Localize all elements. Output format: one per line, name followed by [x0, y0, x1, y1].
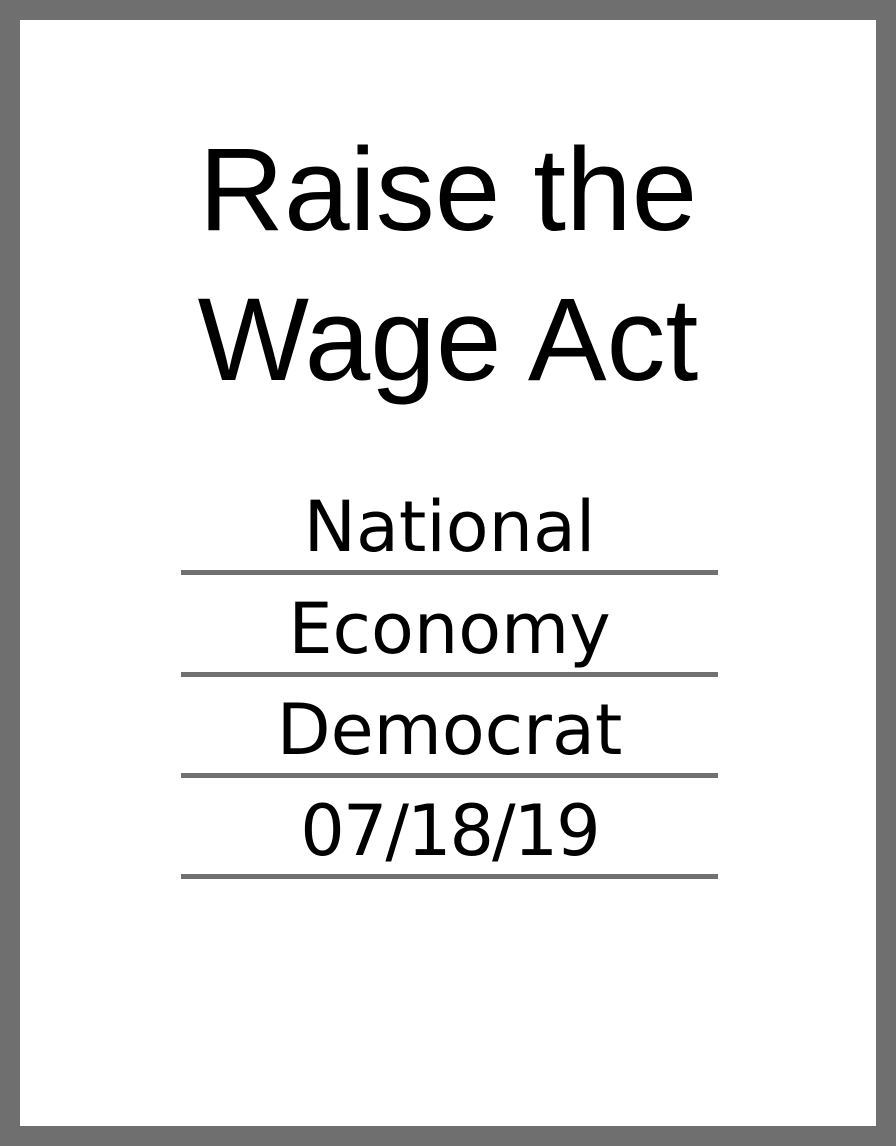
field-category: Economy — [181, 575, 718, 677]
bill-title-line-1: Raise the — [198, 124, 698, 256]
field-scope: National — [181, 473, 718, 575]
field-date-value: 07/18/19 — [300, 790, 600, 872]
field-party: Democrat — [181, 676, 718, 778]
field-date: 07/18/19 — [181, 777, 718, 879]
bill-title-line-2: Wage Act — [197, 274, 699, 406]
field-category-value: Economy — [288, 588, 611, 670]
field-party-value: Democrat — [276, 689, 623, 771]
field-scope-value: National — [303, 486, 596, 568]
